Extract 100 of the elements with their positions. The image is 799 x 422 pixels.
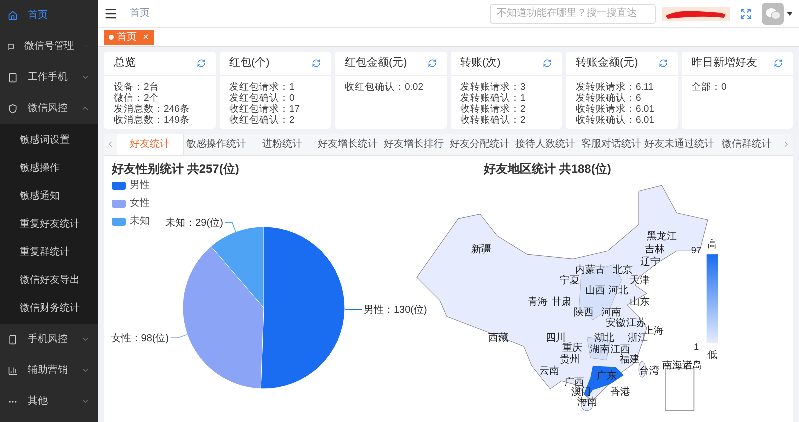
caret-icon[interactable] <box>787 12 793 16</box>
card-stat-line: 发转账请求：6.11 <box>576 82 655 93</box>
scroll-left-icon[interactable] <box>106 140 115 149</box>
submenu-item[interactable]: 重复群统计 <box>0 238 98 266</box>
sidebar-item[interactable]: 其他 <box>0 386 98 417</box>
province-label: 青海 <box>528 297 548 308</box>
stat-tab[interactable]: 微信群统计 <box>714 134 780 155</box>
province-label: 贵州 <box>560 354 580 366</box>
card-stat-line: 发转账请求：3 <box>460 82 527 93</box>
tablet-icon <box>8 72 18 82</box>
chevron-down-icon <box>81 366 90 375</box>
sidebar-item[interactable]: 首页 <box>0 0 98 31</box>
province-label: 黑龙江 <box>647 232 677 243</box>
stat-tab[interactable]: 客服对话统计 <box>578 134 644 155</box>
submenu-item[interactable]: 敏感词设置 <box>0 126 98 154</box>
province-label: 重庆 <box>562 343 582 354</box>
search-field[interactable]: 不知道功能在哪里？搜一搜直达 <box>490 4 656 24</box>
chart-title: 好友地区统计 共188(位) <box>484 161 612 178</box>
province-label: 山东 <box>630 297 650 308</box>
legend-label: 未知 <box>130 214 150 229</box>
chat-bubbles-icon <box>766 8 780 20</box>
province-label: 北京 <box>612 264 633 276</box>
card-stat-line: 微信：2个 <box>114 93 160 104</box>
card-stat-line: 收转账请求：2 <box>460 104 527 115</box>
refresh-icon[interactable] <box>658 59 668 68</box>
card-stat-line: 收转账确认：2 <box>460 115 527 126</box>
card-stat-line: 发消息数：246条 <box>114 104 191 115</box>
legend-label: 女性 <box>130 196 150 211</box>
province-label: 甘肃 <box>552 297 572 308</box>
shield-icon <box>8 104 18 114</box>
stat-tab[interactable]: 好友未通过统计 <box>644 134 714 155</box>
province-label: 南海诸岛 <box>662 360 703 372</box>
province-label: 西藏 <box>488 332 509 344</box>
leader-line <box>225 222 236 232</box>
fullscreen-icon[interactable] <box>740 8 752 20</box>
province-label: 吉林 <box>645 244 666 256</box>
leader-line <box>170 334 188 338</box>
province-label: 河南 <box>601 308 622 319</box>
stat-tab[interactable]: 好友增长统计 <box>315 134 382 155</box>
card-stat-line: 发转账确认：1 <box>460 93 527 104</box>
province-label: 湖南 <box>590 344 610 356</box>
submenu-item[interactable]: 敏感操作 <box>0 154 98 182</box>
submenu-item[interactable]: 微信财务统计 <box>0 294 98 322</box>
refresh-icon[interactable] <box>312 59 321 68</box>
submenu-item[interactable]: 敏感通知 <box>0 182 98 210</box>
refresh-icon[interactable] <box>774 59 783 68</box>
slice-label: 男性：130(位) <box>364 305 428 316</box>
card-title: 红包(个) <box>230 56 270 72</box>
submenu-item[interactable]: 重复好友统计 <box>0 210 98 238</box>
legend-swatch[interactable] <box>112 182 126 190</box>
province-label: 河北 <box>608 286 628 297</box>
province-label: 湖北 <box>594 332 614 344</box>
stat-tab[interactable]: 好友分配统计 <box>446 134 513 155</box>
refresh-icon[interactable] <box>196 59 206 68</box>
province-label: 内蒙古 <box>576 264 606 276</box>
province-label: 广东 <box>596 370 617 382</box>
stat-tab[interactable]: 好友增长排行 <box>381 134 447 155</box>
stat-tab[interactable]: 接待人数统计 <box>512 134 578 155</box>
bar-chart-icon <box>8 366 18 376</box>
menu-icon[interactable] <box>104 6 118 20</box>
legend-swatch[interactable] <box>112 218 126 226</box>
legend-label: 男性 <box>130 178 150 193</box>
chevron-down-icon <box>81 335 90 344</box>
sidebar-item[interactable]: 微信号管理 <box>0 31 98 62</box>
card-stat-line: 收转账确认：6.01 <box>576 115 656 126</box>
province-label: 海南 <box>577 397 598 408</box>
card-stat-line: 收转账请求：6.01 <box>576 104 656 115</box>
province-label: 四川 <box>546 332 566 344</box>
stat-tab[interactable]: 敏感操作统计 <box>184 134 250 155</box>
province-label: 安徽 <box>606 318 626 329</box>
slice-label: 未知：29(位) <box>166 218 224 230</box>
province-label: 新疆 <box>471 244 492 256</box>
stat-tab[interactable]: 进粉统计 <box>250 134 316 155</box>
slice-label: 女性：98(位) <box>111 334 170 345</box>
phone-icon <box>8 334 18 344</box>
province-label: 辽宁 <box>640 256 660 268</box>
close-icon[interactable] <box>143 34 149 40</box>
card-stat-line: 设备：2台 <box>114 82 160 93</box>
card-stat-line: 发红包确认：0 <box>230 93 296 104</box>
card-title: 昨日新增好友 <box>692 56 758 72</box>
refresh-icon[interactable] <box>543 59 552 68</box>
sidebar-item[interactable]: 辅助营销 <box>0 355 98 386</box>
sidebar-item[interactable]: 工作手机 <box>0 62 98 93</box>
redaction-mark <box>662 6 730 20</box>
province-label: 福建 <box>620 354 640 366</box>
card-stat-line: 收消息数：149条 <box>114 115 191 126</box>
province-label: 陕西 <box>574 308 594 319</box>
scale-low-label: 低 <box>708 350 718 362</box>
card-title: 红包金额(元) <box>345 56 408 72</box>
legend-swatch[interactable] <box>112 200 126 208</box>
card-stat-line: 全部：0 <box>692 82 728 93</box>
province-label: 江西 <box>610 344 631 356</box>
refresh-icon[interactable] <box>428 59 436 68</box>
card-stat-line: 收红包请求：17 <box>230 104 302 115</box>
sidebar-item[interactable]: 手机风控 <box>0 324 98 355</box>
scale-min-value: 1 <box>694 342 700 352</box>
chevron-down-icon <box>81 397 90 406</box>
sidebar-item[interactable]: 微信风控 <box>0 93 98 124</box>
card-stat-line: 收红包确认：0.02 <box>345 82 424 93</box>
submenu-item[interactable]: 微信好友导出 <box>0 266 98 294</box>
